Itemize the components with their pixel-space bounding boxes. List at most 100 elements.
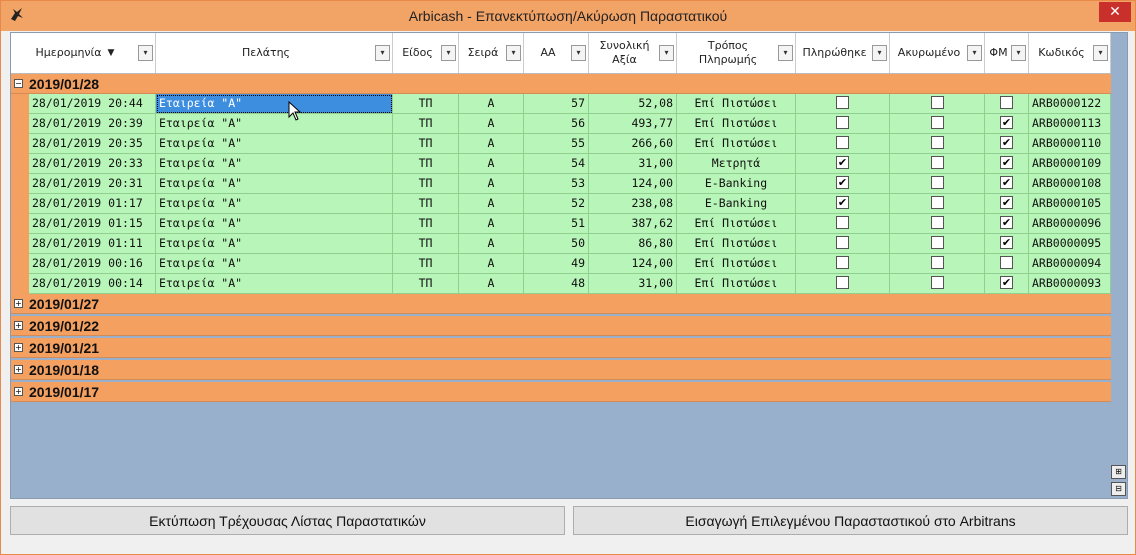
cell-code[interactable]: ARB0000095	[1029, 234, 1111, 254]
cell-series[interactable]: Α	[459, 234, 524, 254]
cell-date[interactable]: 28/01/2019 20:35	[29, 134, 156, 154]
column-header-code[interactable]: Κωδικός ▾	[1029, 33, 1111, 73]
cell-total[interactable]: 124,00	[589, 174, 677, 194]
paid-checkbox[interactable]: ✔	[836, 156, 849, 169]
paid-checkbox[interactable]	[836, 96, 849, 109]
cell-code[interactable]: ARB0000096	[1029, 214, 1111, 234]
cell-aa[interactable]: 52	[524, 194, 589, 214]
cancelled-checkbox[interactable]	[930, 256, 944, 269]
paid-checkbox[interactable]: ✔	[836, 176, 849, 189]
cell-aa[interactable]: 49	[524, 254, 589, 274]
fm-checkbox[interactable]	[1000, 96, 1013, 109]
filter-dropdown-icon[interactable]: ▾	[441, 45, 456, 61]
table-row[interactable]: 28/01/2019 01:11 Εταιρεία "Α" ΤΠ Α 50 86,80 Επ…	[29, 234, 1111, 254]
cell-cancelled[interactable]	[890, 114, 985, 134]
column-header-payment[interactable]: Τρόπος Πληρωμής ▾	[677, 33, 796, 73]
column-header-date[interactable]: Ημερομηνία ▼ ▾	[11, 33, 156, 73]
cell-cancelled[interactable]	[890, 214, 985, 234]
cell-customer[interactable]: Εταιρεία "Α"	[156, 234, 393, 254]
cell-payment[interactable]: E-Banking	[677, 174, 796, 194]
cell-total[interactable]: 31,00	[589, 274, 677, 294]
expand-icon[interactable]: +	[14, 343, 23, 352]
filter-dropdown-icon[interactable]: ▾	[506, 45, 521, 61]
cell-paid[interactable]	[796, 94, 890, 114]
cell-type[interactable]: ΤΠ	[393, 134, 459, 154]
cancelled-checkbox[interactable]	[930, 136, 944, 149]
cell-date[interactable]: 28/01/2019 20:31	[29, 174, 156, 194]
cancelled-checkbox[interactable]	[930, 196, 944, 209]
cancelled-checkbox[interactable]	[930, 236, 944, 249]
cell-total[interactable]: 86,80	[589, 234, 677, 254]
cell-date[interactable]: 28/01/2019 00:14	[29, 274, 156, 294]
filter-dropdown-icon[interactable]: ▾	[778, 45, 793, 61]
cell-payment[interactable]: Επί Πιστώσει	[677, 214, 796, 234]
cell-code[interactable]: ARB0000109	[1029, 154, 1111, 174]
cell-cancelled[interactable]	[890, 234, 985, 254]
cell-paid[interactable]	[796, 254, 890, 274]
cell-type[interactable]: ΤΠ	[393, 234, 459, 254]
column-header-aa[interactable]: ΑΑ ▾	[524, 33, 589, 73]
cell-paid[interactable]	[796, 134, 890, 154]
paid-checkbox[interactable]	[836, 136, 849, 149]
fm-checkbox[interactable]: ✔	[1000, 236, 1013, 249]
cancelled-checkbox[interactable]	[930, 156, 944, 169]
import-arbitrans-button[interactable]: Εισαγωγή Επιλεγμένου Παρασταστικού στο A…	[573, 506, 1128, 535]
cell-aa[interactable]: 54	[524, 154, 589, 174]
cell-fm[interactable]	[985, 254, 1029, 274]
cell-payment[interactable]: Επί Πιστώσει	[677, 134, 796, 154]
close-button[interactable]: ✕	[1099, 2, 1131, 22]
column-header-fm[interactable]: ΦΜ ▾	[985, 33, 1029, 73]
expand-icon[interactable]: +	[14, 387, 23, 396]
cell-date[interactable]: 28/01/2019 20:33	[29, 154, 156, 174]
cell-customer[interactable]: Εταιρεία "Α"	[156, 134, 393, 154]
cell-total[interactable]: 266,60	[589, 134, 677, 154]
cell-series[interactable]: Α	[459, 134, 524, 154]
cell-type[interactable]: ΤΠ	[393, 214, 459, 234]
cell-series[interactable]: Α	[459, 94, 524, 114]
cell-date[interactable]: 28/01/2019 01:17	[29, 194, 156, 214]
cell-total[interactable]: 387,62	[589, 214, 677, 234]
cell-date[interactable]: 28/01/2019 00:16	[29, 254, 156, 274]
filter-dropdown-icon[interactable]: ▾	[1093, 45, 1108, 61]
cancelled-checkbox[interactable]	[930, 116, 944, 129]
paid-checkbox[interactable]	[836, 116, 849, 129]
table-row[interactable]: 28/01/2019 20:33 Εταιρεία "Α" ΤΠ Α 54 31,00 Με…	[29, 154, 1111, 174]
filter-dropdown-icon[interactable]: ▾	[138, 45, 153, 61]
filter-dropdown-icon[interactable]: ▾	[571, 45, 586, 61]
cell-code[interactable]: ARB0000094	[1029, 254, 1111, 274]
table-row[interactable]: 28/01/2019 20:39 Εταιρεία "Α" ΤΠ Α 56 493,77 Ε…	[29, 114, 1111, 134]
cell-aa[interactable]: 48	[524, 274, 589, 294]
cancelled-checkbox[interactable]	[930, 176, 944, 189]
table-row[interactable]: 28/01/2019 00:14 Εταιρεία "Α" ΤΠ Α 48 31,00 Επ…	[29, 274, 1111, 294]
cell-series[interactable]: Α	[459, 174, 524, 194]
cell-date[interactable]: 28/01/2019 01:11	[29, 234, 156, 254]
fm-checkbox[interactable]: ✔	[1000, 196, 1013, 209]
filter-dropdown-icon[interactable]: ▾	[1011, 45, 1026, 61]
fm-checkbox[interactable]: ✔	[1000, 276, 1013, 289]
cell-fm[interactable]: ✔	[985, 114, 1029, 134]
cell-paid[interactable]: ✔	[796, 154, 890, 174]
cell-fm[interactable]: ✔	[985, 274, 1029, 294]
cell-paid[interactable]	[796, 234, 890, 254]
cell-code[interactable]: ARB0000105	[1029, 194, 1111, 214]
table-row[interactable]: 28/01/2019 20:44 Εταιρεία "Α" ΤΠ Α 57 52,08 Επ…	[29, 94, 1111, 114]
cell-type[interactable]: ΤΠ	[393, 154, 459, 174]
cell-aa[interactable]: 55	[524, 134, 589, 154]
table-row[interactable]: 28/01/2019 00:16 Εταιρεία "Α" ΤΠ Α 49 124,00 Ε…	[29, 254, 1111, 274]
cell-fm[interactable]: ✔	[985, 134, 1029, 154]
table-row[interactable]: 28/01/2019 20:35 Εταιρεία "Α" ΤΠ Α 55 266,60 Ε…	[29, 134, 1111, 154]
cell-cancelled[interactable]	[890, 194, 985, 214]
cell-fm[interactable]: ✔	[985, 194, 1029, 214]
cell-cancelled[interactable]	[890, 274, 985, 294]
column-header-total[interactable]: Συνολική Αξία ▾	[589, 33, 677, 73]
cell-type[interactable]: ΤΠ	[393, 254, 459, 274]
cell-type[interactable]: ΤΠ	[393, 114, 459, 134]
cell-paid[interactable]	[796, 214, 890, 234]
paid-checkbox[interactable]	[836, 276, 849, 289]
fm-checkbox[interactable]: ✔	[1000, 176, 1013, 189]
group-row[interactable]: +2019/01/18	[11, 360, 1111, 380]
cell-cancelled[interactable]	[890, 134, 985, 154]
column-header-paid[interactable]: Πληρώθηκε ▾	[796, 33, 890, 73]
cell-code[interactable]: ARB0000108	[1029, 174, 1111, 194]
cancelled-checkbox[interactable]	[930, 96, 944, 109]
